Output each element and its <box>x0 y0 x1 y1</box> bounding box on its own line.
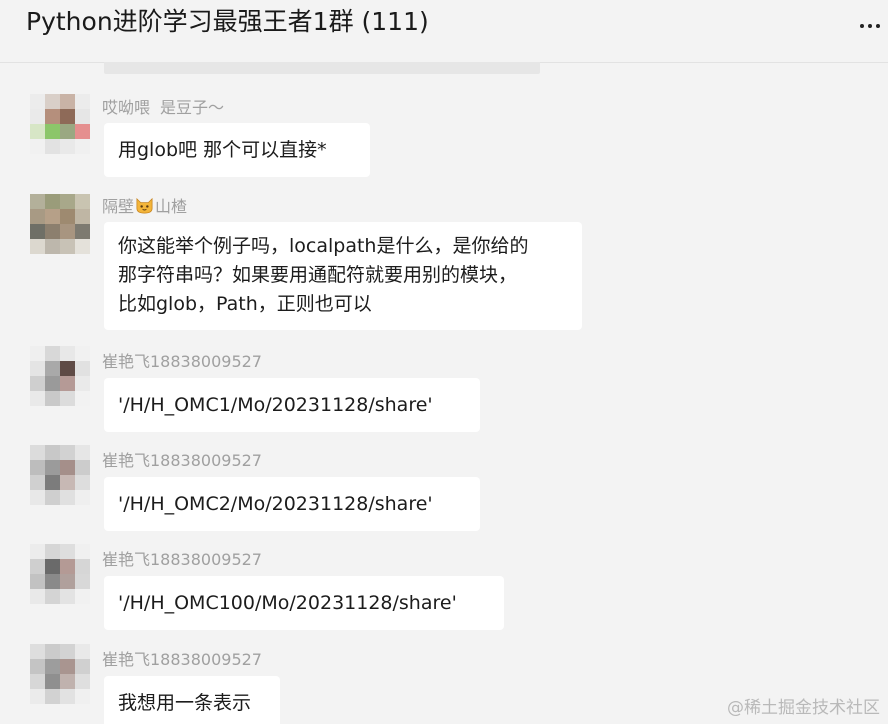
avatar[interactable] <box>30 94 90 154</box>
avatar[interactable] <box>30 445 90 505</box>
message-text: '/H/H_OMC2/Mo/20231128/share' <box>118 493 433 515</box>
avatar[interactable] <box>30 194 90 254</box>
sender-name: 崔艳飞18838009527 <box>102 550 262 569</box>
chat-title: Python进阶学习最强王者1群 (111) <box>26 7 429 36</box>
cat-face-emoji <box>136 197 153 214</box>
sender-nickname-suffix: 山楂 <box>155 197 188 216</box>
message-text: '/H/H_OMC100/Mo/20231128/share' <box>118 592 457 614</box>
avatar[interactable] <box>30 644 90 704</box>
message-bubble[interactable]: '/H/H_OMC1/Mo/20231128/share' <box>104 378 480 432</box>
message-bubble[interactable]: 你这能举个例子吗，localpath是什么，是你给的 那字符串吗？如果要用通配符… <box>104 222 582 330</box>
sender-name: 崔艳飞18838009527 <box>102 650 262 669</box>
message-text-line: 你这能举个例子吗，localpath是什么，是你给的 <box>118 235 529 257</box>
sender-name: 崔艳飞18838009527 <box>102 352 262 371</box>
watermark: @稀土掘金技术社区 <box>727 698 880 718</box>
chat-header: Python进阶学习最强王者1群 (111) <box>0 0 888 63</box>
message-text: 我想用一条表示 <box>118 692 252 714</box>
sender-name: 隔壁 山楂 <box>102 193 187 217</box>
sender-remark: 是豆子～ <box>160 98 225 117</box>
message-bubble[interactable]: '/H/H_OMC2/Mo/20231128/share' <box>104 477 480 531</box>
message-text: '/H/H_OMC1/Mo/20231128/share' <box>118 394 433 416</box>
message-text: 用glob吧 那个可以直接* <box>118 139 327 161</box>
avatar[interactable] <box>30 346 90 406</box>
avatar[interactable] <box>30 544 90 604</box>
sender-name: 崔艳飞18838009527 <box>102 451 262 470</box>
sender-name: 哎呦喂 是豆子～ <box>102 94 224 118</box>
sender-nickname: 哎呦喂 <box>102 98 151 117</box>
message-bubble[interactable]: 用glob吧 那个可以直接* <box>104 123 370 177</box>
message-text-line: 比如glob，Path，正则也可以 <box>118 293 372 315</box>
previous-message-edge <box>104 62 540 74</box>
sender-nickname-prefix: 隔壁 <box>102 197 135 216</box>
chat-window: Python进阶学习最强王者1群 (111) 哎呦喂 是豆子～ 用glob吧 那个… <box>0 0 888 724</box>
message-text-line: 那字符串吗？如果要用通配符就要用别的模块， <box>118 264 518 286</box>
message-bubble[interactable]: 我想用一条表示 <box>104 676 280 724</box>
more-horizontal-icon[interactable] <box>856 14 884 38</box>
message-bubble[interactable]: '/H/H_OMC100/Mo/20231128/share' <box>104 576 504 630</box>
